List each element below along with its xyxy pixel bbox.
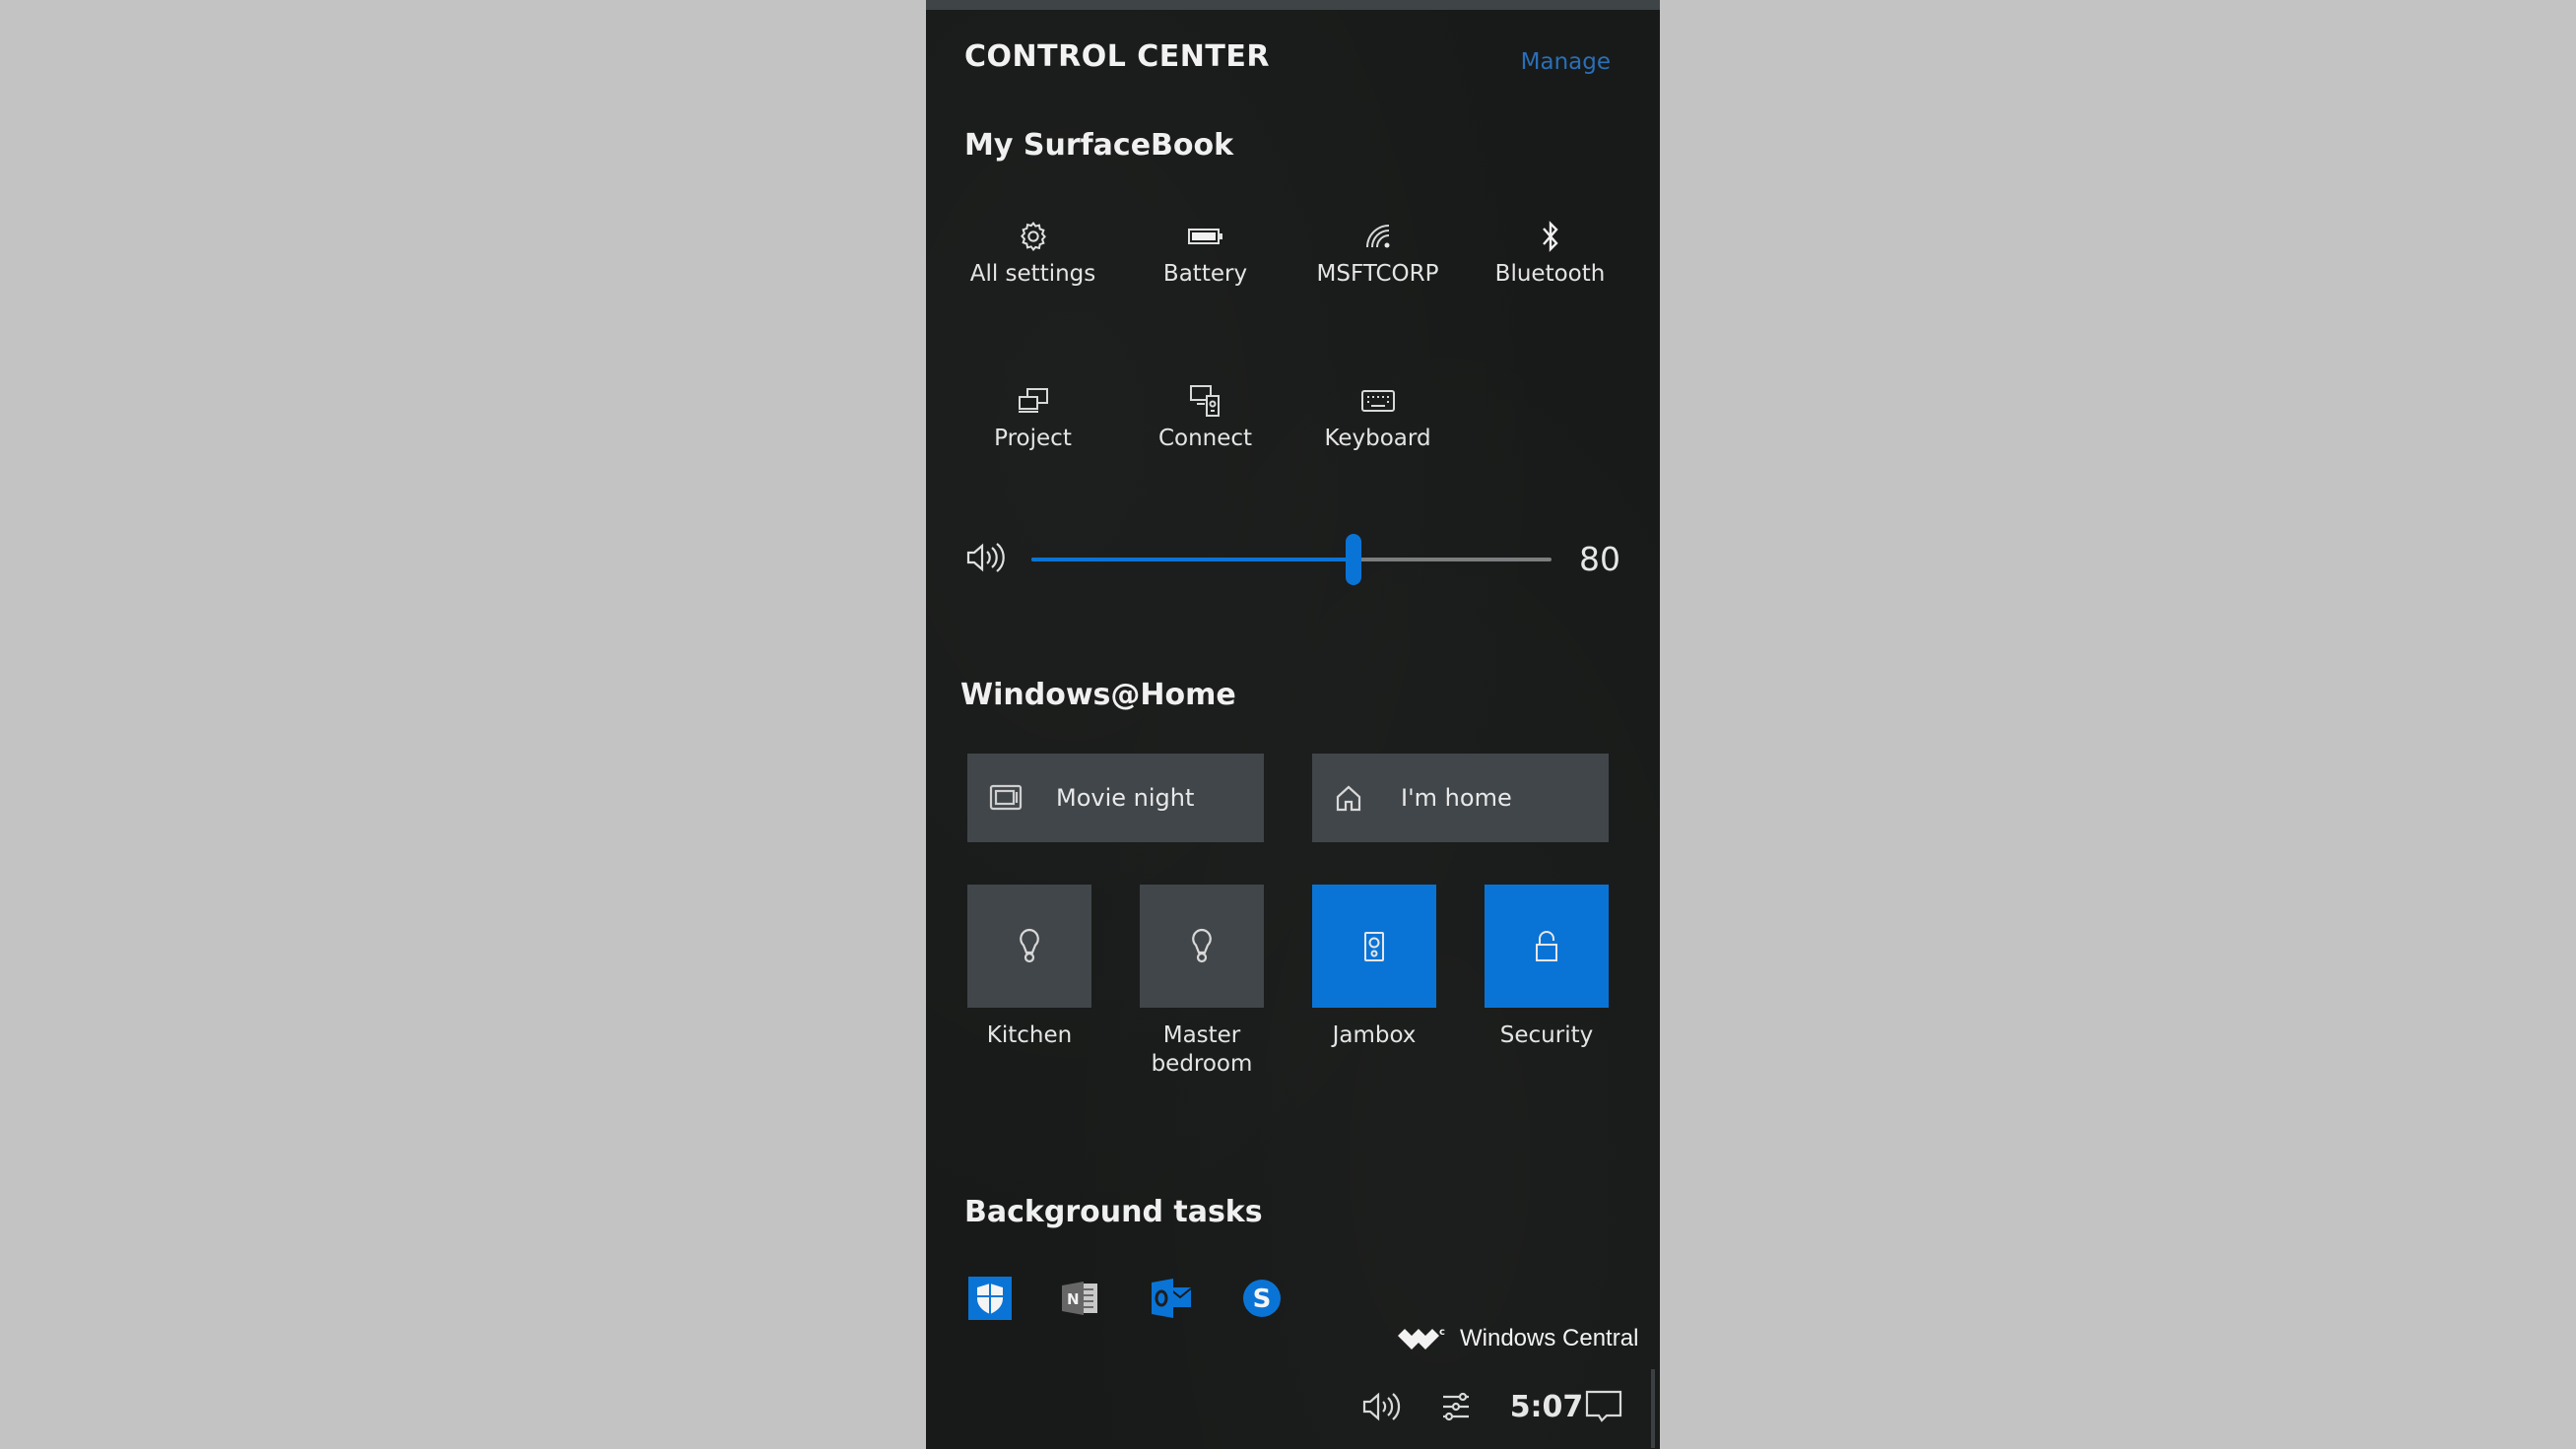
scene-label: Movie night: [1056, 784, 1195, 812]
device-label-line: Kitchen: [986, 1022, 1073, 1048]
quick-action-label: MSFTCORP: [1316, 261, 1439, 287]
house-icon: [1334, 783, 1393, 813]
svg-text:N: N: [1067, 1290, 1080, 1308]
taskbar-action-center-button[interactable]: [1579, 1382, 1628, 1431]
project-icon: [947, 384, 1119, 418]
top-border: [926, 0, 1660, 10]
watermark-text: Windows Central: [1460, 1325, 1639, 1351]
device-tile-kitchen[interactable]: [967, 885, 1091, 1008]
skype-icon: S: [1243, 1280, 1281, 1317]
device-label-kitchen: Kitchen: [967, 1021, 1091, 1050]
control-center-icon: [1443, 1392, 1469, 1421]
quick-action-connect[interactable]: Connect: [1119, 384, 1291, 451]
scene-label: I'm home: [1401, 784, 1512, 812]
taskbar-volume-button[interactable]: [1352, 1382, 1411, 1431]
device-label-line: bedroom: [1151, 1051, 1253, 1077]
device-label-jambox: Jambox: [1312, 1021, 1436, 1050]
scene-im-home[interactable]: I'm home: [1312, 754, 1609, 842]
bg-task-skype[interactable]: S: [1240, 1277, 1284, 1320]
lightbulb-icon: [1020, 928, 1039, 962]
quick-action-label: All settings: [969, 261, 1096, 287]
wifi-icon: [1291, 220, 1464, 253]
action-center-icon: [1585, 1390, 1622, 1422]
volume-slider-track[interactable]: [1031, 534, 1552, 585]
volume-value: 80: [1579, 540, 1620, 578]
device-heading: My SurfaceBook: [964, 128, 1234, 163]
taskbar-control-center-button[interactable]: [1426, 1382, 1486, 1431]
home-heading: Windows@Home: [960, 678, 1236, 712]
device-tile-jambox[interactable]: [1312, 885, 1436, 1008]
windows-central-logo-icon: c: [1398, 1327, 1445, 1350]
bg-task-outlook[interactable]: [1150, 1277, 1193, 1320]
svg-text:c: c: [1439, 1327, 1445, 1338]
bluetooth-icon: [1464, 220, 1636, 253]
quick-action-project[interactable]: Project: [947, 384, 1119, 451]
device-tile-master-bedroom[interactable]: [1140, 885, 1264, 1008]
quick-action-label: Battery: [1162, 261, 1248, 287]
device-label-line: Jambox: [1332, 1022, 1417, 1048]
bg-task-defender[interactable]: [968, 1277, 1012, 1320]
scene-movie-night[interactable]: Movie night: [967, 754, 1264, 842]
quick-action-label: Project: [994, 426, 1072, 451]
lightbulb-icon: [1192, 928, 1212, 962]
quick-action-battery[interactable]: Battery: [1119, 220, 1291, 287]
speaker-icon[interactable]: [965, 540, 1005, 579]
control-center-panel: CONTROL CENTER Manage My SurfaceBook All…: [926, 0, 1660, 1449]
device-label-line: Master: [1162, 1022, 1241, 1048]
taskbar: 5:07: [926, 1364, 1660, 1449]
taskbar-edge-scrollbar[interactable]: [1651, 1369, 1655, 1448]
connect-icon: [1119, 384, 1291, 418]
onenote-icon: N: [1062, 1282, 1097, 1315]
quick-action-bluetooth[interactable]: Bluetooth: [1464, 220, 1636, 287]
speaker-icon: [1362, 1392, 1401, 1421]
unlock-icon: [1536, 930, 1557, 961]
bg-task-onenote[interactable]: N: [1059, 1277, 1102, 1320]
svg-text:S: S: [1253, 1284, 1272, 1314]
outlook-icon: [1152, 1279, 1192, 1318]
background-tasks-heading: Background tasks: [964, 1195, 1263, 1229]
volume-row: 80: [965, 532, 1620, 587]
device-label-line: Security: [1499, 1022, 1594, 1048]
gear-icon: [947, 220, 1119, 253]
device-label-security: Security: [1485, 1021, 1609, 1050]
quick-action-wifi[interactable]: MSFTCORP: [1291, 220, 1464, 287]
quick-action-label: Bluetooth: [1494, 261, 1606, 287]
device-label-master-bedroom: Master bedroom: [1140, 1021, 1264, 1079]
volume-slider-fill: [1031, 558, 1354, 561]
panel-title: CONTROL CENTER: [964, 39, 1270, 74]
quick-action-label: Connect: [1157, 426, 1253, 451]
tv-icon: [989, 783, 1048, 813]
device-tile-security[interactable]: [1485, 885, 1609, 1008]
speaker-box-icon: [1364, 931, 1384, 961]
battery-icon: [1119, 220, 1291, 253]
volume-slider-thumb[interactable]: [1346, 534, 1362, 585]
quick-action-all-settings[interactable]: All settings: [947, 220, 1119, 287]
defender-shield-icon: [968, 1277, 1012, 1320]
quick-action-label: Keyboard: [1324, 426, 1431, 451]
watermark: c Windows Central: [1397, 1325, 1638, 1352]
keyboard-icon: [1291, 384, 1464, 418]
quick-action-keyboard[interactable]: Keyboard: [1291, 384, 1464, 451]
manage-link[interactable]: Manage: [1521, 49, 1611, 75]
